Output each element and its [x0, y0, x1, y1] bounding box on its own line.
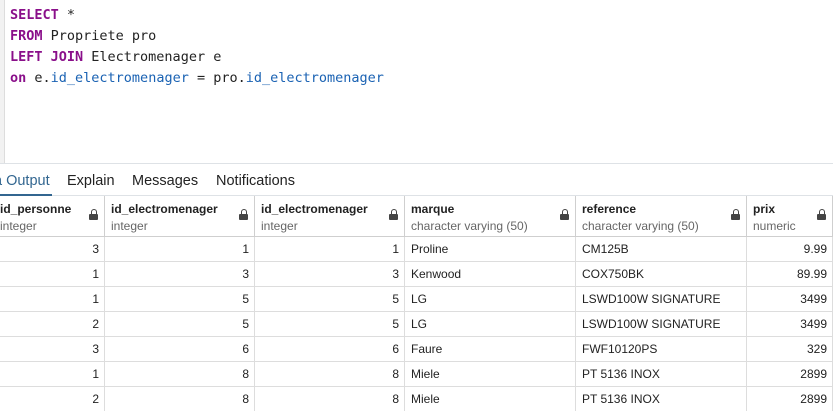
lock-icon: [89, 209, 98, 220]
table-cell[interactable]: 1: [0, 262, 105, 287]
table-cell[interactable]: 8: [255, 387, 405, 411]
table-cell[interactable]: 2: [0, 387, 105, 411]
code-line-1: SELECT *: [10, 5, 75, 26]
tab-data-output[interactable]: a Output: [0, 164, 52, 196]
column-name: reference: [582, 202, 637, 216]
lock-icon: [239, 209, 248, 220]
code-line-2: FROM Propriete pro: [10, 26, 156, 47]
table-cell[interactable]: 5: [105, 312, 255, 337]
table-cell[interactable]: PT 5136 INOX: [576, 362, 747, 387]
column-header[interactable]: reference character varying (50): [576, 196, 747, 237]
table-cell[interactable]: 8: [105, 362, 255, 387]
column-type: character varying (50): [411, 219, 528, 233]
table-cell[interactable]: 3: [0, 237, 105, 262]
table-cell[interactable]: 89.99: [747, 262, 833, 287]
column-type: character varying (50): [582, 219, 699, 233]
sql-column-ref: id_electromenager: [245, 70, 384, 86]
code-line-4: on e.id_electromenager = pro.id_electrom…: [10, 68, 384, 89]
table-cell[interactable]: Kenwood: [405, 262, 576, 287]
table-cell[interactable]: CM125B: [576, 237, 747, 262]
table-cell[interactable]: COX750BK: [576, 262, 747, 287]
table-cell[interactable]: 8: [105, 387, 255, 411]
sql-keyword: on: [10, 70, 27, 86]
tab-explain[interactable]: Explain: [67, 164, 115, 196]
table-cell[interactable]: FWF10120PS: [576, 337, 747, 362]
sql-editor[interactable]: SELECT * FROM Propriete pro LEFT JOIN El…: [0, 0, 833, 163]
tab-messages[interactable]: Messages: [132, 164, 198, 196]
column-header[interactable]: id_electromenagerinteger: [105, 196, 255, 237]
column-type: numeric: [753, 219, 796, 233]
column-name: marque: [411, 202, 455, 216]
sql-text: *: [58, 7, 76, 23]
column-type: integer: [0, 219, 37, 233]
table-cell[interactable]: LG: [405, 287, 576, 312]
sql-text: = pro.: [188, 70, 246, 86]
sql-keyword: LEFT JOIN: [10, 49, 84, 65]
table-cell[interactable]: 6: [105, 337, 255, 362]
sql-keyword: SELECT: [10, 7, 59, 23]
table-cell[interactable]: 5: [255, 287, 405, 312]
column-name: id_electromenager: [111, 202, 218, 216]
table-cell[interactable]: 2899: [747, 362, 833, 387]
column-name: id_electromenager: [261, 202, 368, 216]
table-cell[interactable]: Miele: [405, 362, 576, 387]
column-type: integer: [261, 219, 298, 233]
sql-text: Electromenager e: [83, 49, 222, 65]
table-cell[interactable]: 6: [255, 337, 405, 362]
table-cell[interactable]: 1: [255, 237, 405, 262]
table-cell[interactable]: PT 5136 INOX: [576, 387, 747, 411]
column-header[interactable]: id_personneinteger: [0, 196, 105, 237]
table-cell[interactable]: Faure: [405, 337, 576, 362]
column-header[interactable]: prix numeric: [747, 196, 833, 237]
table-cell[interactable]: 3: [255, 262, 405, 287]
table-cell[interactable]: 2899: [747, 387, 833, 411]
table-cell[interactable]: 3499: [747, 287, 833, 312]
column-name: id_personne: [0, 202, 72, 216]
lock-icon: [389, 209, 398, 220]
table-cell[interactable]: 8: [255, 362, 405, 387]
sql-keyword: FROM: [10, 28, 43, 44]
column-name: prix: [753, 202, 776, 216]
table-cell[interactable]: Proline: [405, 237, 576, 262]
code-line-3: LEFT JOIN Electromenager e: [10, 47, 221, 68]
lock-icon: [731, 209, 740, 220]
table-cell[interactable]: 5: [255, 312, 405, 337]
editor-gutter: [0, 0, 5, 163]
sql-column-ref: id_electromenager: [50, 70, 189, 86]
table-cell[interactable]: LSWD100W SIGNATURE: [576, 312, 747, 337]
sql-text: e.: [26, 70, 51, 86]
table-cell[interactable]: 1: [105, 237, 255, 262]
table-cell[interactable]: Miele: [405, 387, 576, 411]
column-type: integer: [111, 219, 148, 233]
table-cell[interactable]: 1: [0, 287, 105, 312]
table-cell[interactable]: 329: [747, 337, 833, 362]
table-cell[interactable]: 3: [0, 337, 105, 362]
lock-icon: [817, 209, 826, 220]
lock-icon: [560, 209, 569, 220]
table-cell[interactable]: 3: [105, 262, 255, 287]
column-header[interactable]: id_electromenagerinteger: [255, 196, 405, 237]
table-cell[interactable]: LSWD100W SIGNATURE: [576, 287, 747, 312]
table-cell[interactable]: LG: [405, 312, 576, 337]
tab-notifications[interactable]: Notifications: [216, 164, 295, 196]
table-cell[interactable]: 5: [105, 287, 255, 312]
table-cell[interactable]: 1: [0, 362, 105, 387]
column-header[interactable]: marque character varying (50): [405, 196, 576, 237]
result-grid[interactable]: id_personne integer id_electromenager integ…: [0, 196, 833, 411]
result-tabs: a Output Explain Messages Notifications: [0, 163, 833, 196]
table-cell[interactable]: 3499: [747, 312, 833, 337]
table-cell[interactable]: 2: [0, 312, 105, 337]
table-cell[interactable]: 9.99: [747, 237, 833, 262]
sql-text: Propriete pro: [42, 28, 157, 44]
